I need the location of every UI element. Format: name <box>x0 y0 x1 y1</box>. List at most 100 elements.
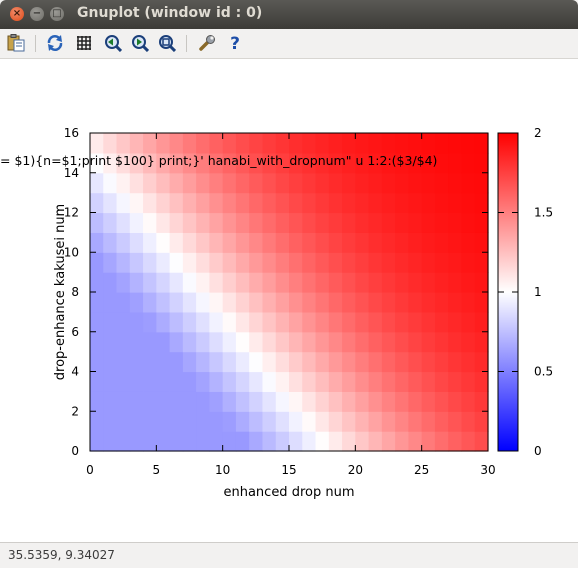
heatmap-cells <box>90 133 489 452</box>
heatmap-cell <box>474 272 489 293</box>
heatmap-cell <box>355 391 370 412</box>
heatmap-cell <box>355 331 370 353</box>
heatmap-cell <box>302 272 317 293</box>
heatmap-cell <box>116 391 131 412</box>
heatmap-cell <box>461 272 476 293</box>
heatmap-cell <box>381 292 396 313</box>
heatmap-cell <box>474 152 489 174</box>
plot-canvas[interactable]: 0 5 10 15 20 25 30 0 2 4 6 8 10 12 14 16 = $1){n=$1;pr… <box>0 59 578 542</box>
heatmap-cell <box>90 391 104 412</box>
heatmap-cell <box>116 172 131 194</box>
heatmap-cell <box>249 232 264 253</box>
heatmap-cell <box>156 133 171 154</box>
heatmap-cell <box>461 371 476 392</box>
heatmap-cell <box>381 133 396 154</box>
heatmap-cell <box>461 192 476 214</box>
heatmap-cell <box>169 192 184 214</box>
heatmap-cell <box>328 411 343 432</box>
heatmap-cell <box>235 371 250 392</box>
heatmap-cell <box>156 311 171 333</box>
heatmap-cell <box>434 252 449 273</box>
heatmap-cell <box>381 232 396 253</box>
heatmap-cell <box>103 331 118 353</box>
heatmap-cell <box>434 133 449 154</box>
heatmap-cell <box>302 192 317 214</box>
heatmap-cell <box>90 212 104 233</box>
heatmap-cell <box>289 371 303 392</box>
heatmap-cell <box>368 371 383 392</box>
zoom-unzoom-button[interactable] <box>158 34 176 52</box>
heatmap-cell <box>129 431 144 452</box>
heatmap-cell <box>381 192 396 214</box>
heatmap-cell <box>289 133 303 154</box>
heatmap-cell <box>328 252 343 273</box>
heatmap-cell <box>289 192 303 214</box>
zoom-next-button[interactable] <box>131 34 149 52</box>
close-window-button[interactable]: × <box>10 7 24 21</box>
x-tick-label: 0 <box>86 463 94 477</box>
heatmap-cell <box>342 431 356 452</box>
heatmap-cell <box>196 391 210 412</box>
heatmap-cell <box>169 133 184 154</box>
heatmap-cell <box>355 411 370 432</box>
toolbar-separator <box>186 35 187 52</box>
heatmap-cell <box>302 431 317 452</box>
heatmap-cell <box>129 272 144 293</box>
minimize-window-button[interactable]: − <box>30 7 44 21</box>
heatmap-cell <box>222 272 237 293</box>
heatmap-cell <box>395 391 409 412</box>
heatmap-cell <box>408 431 423 452</box>
heatmap-cell <box>315 331 330 353</box>
heatmap-cell <box>368 311 383 333</box>
heatmap-cell <box>408 311 423 333</box>
heatmap-cell <box>408 212 423 233</box>
copy-clipboard-button[interactable] <box>7 34 25 52</box>
preferences-button[interactable] <box>198 34 216 52</box>
heatmap-cell <box>235 192 250 214</box>
replot-button[interactable] <box>46 34 64 52</box>
heatmap-cell <box>116 292 131 313</box>
heatmap-cell <box>474 192 489 214</box>
heatmap-cell <box>196 411 210 432</box>
heatmap-cell <box>302 212 317 233</box>
heatmap-cell <box>129 192 144 214</box>
heatmap-cell <box>129 311 144 333</box>
help-button[interactable]: ? <box>226 34 244 52</box>
heatmap-cell <box>302 311 317 333</box>
heatmap-cell <box>408 192 423 214</box>
status-bar: 35.5359, 9.34027 <box>0 542 578 568</box>
heatmap-cell <box>434 331 449 353</box>
zoom-previous-button[interactable] <box>104 34 122 52</box>
heatmap-cell <box>328 272 343 293</box>
heatmap-cell <box>355 311 370 333</box>
heatmap-cell <box>368 232 383 253</box>
heatmap-cell <box>275 311 290 333</box>
heatmap-cell <box>448 331 463 353</box>
heatmap-cell <box>222 351 237 373</box>
heatmap-cell <box>90 232 104 253</box>
heatmap-cell <box>368 292 383 313</box>
maximize-window-button[interactable]: □ <box>50 7 64 21</box>
heatmap-cell <box>156 232 171 253</box>
heatmap-cell <box>474 292 489 313</box>
heatmap-cell <box>434 292 449 313</box>
heatmap-cell <box>235 411 250 432</box>
heatmap-cell <box>328 431 343 452</box>
heatmap-cell <box>143 391 157 412</box>
heatmap-cell <box>474 331 489 353</box>
heatmap-cell <box>169 172 184 194</box>
heatmap-cell <box>196 431 210 452</box>
heatmap-cell <box>395 192 409 214</box>
colorbar-tick-label: 0.5 <box>534 365 553 379</box>
heatmap-cell <box>315 192 330 214</box>
x-tick-label: 25 <box>414 463 429 477</box>
heatmap-cell <box>262 252 277 273</box>
heatmap-cell <box>103 252 118 273</box>
heatmap-cell <box>421 272 436 293</box>
heatmap-cell <box>275 172 290 194</box>
heatmap-cell <box>289 292 303 313</box>
heatmap-cell <box>421 133 436 154</box>
grid-button[interactable] <box>75 34 93 52</box>
heatmap-cell <box>129 232 144 253</box>
heatmap-cell <box>196 192 210 214</box>
